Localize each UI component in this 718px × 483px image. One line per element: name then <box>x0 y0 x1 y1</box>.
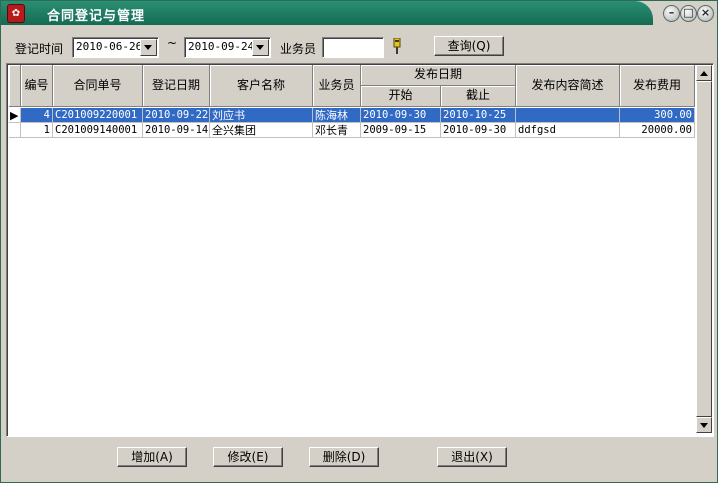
scroll-up-icon[interactable] <box>696 65 712 81</box>
cell-reg-date[interactable]: 2010-09-14 <box>143 123 210 138</box>
date-separator: ~ <box>167 36 178 50</box>
col-header-publish-group: 发布日期 <box>361 65 516 86</box>
cell-customer[interactable]: 全兴集团 <box>210 123 313 138</box>
minimize-icon[interactable]: – <box>663 5 680 22</box>
date-label: 登记时间 <box>15 42 64 56</box>
row-indicator <box>9 123 21 138</box>
table-row[interactable]: 1 C201009140001 2010-09-14 全兴集团 邓长青 2009… <box>9 123 695 138</box>
window-title: 合同登记与管理 <box>47 9 146 24</box>
date-to-combo[interactable]: 2010-09-24 <box>184 37 271 58</box>
cell-fee[interactable]: 300.00 <box>620 108 695 123</box>
staff-input[interactable] <box>322 37 384 58</box>
cell-contract-no[interactable]: C201009220001 <box>53 108 143 123</box>
date-from-combo[interactable]: 2010-06-26 <box>72 37 159 58</box>
cell-end[interactable]: 2010-09-30 <box>441 123 516 138</box>
cell-staff[interactable]: 邓长青 <box>313 123 361 138</box>
col-header-customer[interactable]: 客户名称 <box>210 65 313 107</box>
cell-reg-date[interactable]: 2010-09-22 <box>143 108 210 123</box>
cell-desc[interactable]: ddfgsd <box>516 123 620 138</box>
cell-end[interactable]: 2010-10-25 <box>441 108 516 123</box>
row-indicator-header <box>9 65 21 107</box>
staff-label: 业务员 <box>280 42 317 56</box>
date-to-value: 2010-09-24 <box>188 40 255 53</box>
chevron-down-icon[interactable] <box>140 39 157 56</box>
col-header-contract-no[interactable]: 合同单号 <box>53 65 143 107</box>
main-window: ✿ 合同登记与管理 – □ × 登记时间 2010-06-26 ~ 2010-0… <box>0 0 718 483</box>
edit-button[interactable]: 修改(E) <box>213 447 283 467</box>
col-header-desc[interactable]: 发布内容简述 <box>516 65 620 107</box>
picker-icon[interactable] <box>391 38 403 54</box>
action-bar: 增加(A) 修改(E) 删除(D) 退出(X) <box>1 437 717 482</box>
maximize-icon[interactable]: □ <box>680 5 697 22</box>
scroll-thumb[interactable] <box>696 81 712 417</box>
date-from-value: 2010-06-26 <box>76 40 143 53</box>
col-header-end[interactable]: 截止 <box>441 86 516 107</box>
chevron-down-icon[interactable] <box>252 39 269 56</box>
filter-toolbar: 登记时间 2010-06-26 ~ 2010-09-24 业务员 查询(Q) <box>1 26 717 62</box>
close-icon[interactable]: × <box>697 5 714 22</box>
cell-staff[interactable]: 陈海林 <box>313 108 361 123</box>
app-logo-icon: ✿ <box>7 4 25 23</box>
cell-start[interactable]: 2009-09-15 <box>361 123 441 138</box>
scroll-down-icon[interactable] <box>696 417 712 433</box>
cell-contract-no[interactable]: C201009140001 <box>53 123 143 138</box>
cell-fee[interactable]: 20000.00 <box>620 123 695 138</box>
col-header-reg-date[interactable]: 登记日期 <box>143 65 210 107</box>
contract-grid: 编号 合同单号 登记日期 客户名称 业务员 发布日期 开始 截止 发布内容简述 … <box>6 63 714 437</box>
exit-button[interactable]: 退出(X) <box>437 447 507 467</box>
table-row[interactable]: ▶ 4 C201009220001 2010-09-22 刘应书 陈海林 201… <box>9 108 695 123</box>
col-header-fee[interactable]: 发布费用 <box>620 65 695 107</box>
cell-start[interactable]: 2010-09-30 <box>361 108 441 123</box>
col-header-start[interactable]: 开始 <box>361 86 441 107</box>
title-bar: ✿ 合同登记与管理 – □ × <box>1 1 717 25</box>
add-button[interactable]: 增加(A) <box>117 447 187 467</box>
delete-button[interactable]: 删除(D) <box>309 447 379 467</box>
current-row-icon: ▶ <box>9 108 21 123</box>
vertical-scrollbar[interactable] <box>696 65 712 433</box>
col-header-staff[interactable]: 业务员 <box>313 65 361 107</box>
col-header-id[interactable]: 编号 <box>21 65 53 107</box>
cell-id[interactable]: 4 <box>21 108 53 123</box>
cell-desc[interactable] <box>516 108 620 123</box>
cell-customer[interactable]: 刘应书 <box>210 108 313 123</box>
query-button[interactable]: 查询(Q) <box>434 36 504 56</box>
cell-id[interactable]: 1 <box>21 123 53 138</box>
